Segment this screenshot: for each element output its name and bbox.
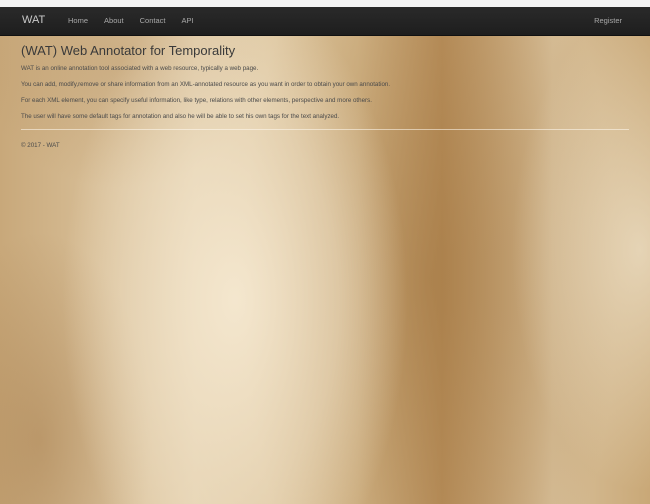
element-info-paragraph: For each XML element, you can specify us… <box>21 97 372 104</box>
footer-copyright: © 2017 - WAT <box>21 142 60 149</box>
brand-link[interactable]: WAT <box>22 14 45 26</box>
tags-paragraph: The user will have some default tags for… <box>21 113 340 120</box>
navbar: WAT Home About Contact API Register <box>0 7 650 36</box>
nav-link-home[interactable]: Home <box>60 7 96 35</box>
main-content: (WAT) Web Annotator for Temporality WAT … <box>21 42 631 150</box>
register-link[interactable]: Register <box>594 7 622 35</box>
page-title: (WAT) Web Annotator for Temporality <box>21 43 236 58</box>
nav-link-contact[interactable]: Contact <box>132 7 174 35</box>
browser-top-strip <box>0 0 650 7</box>
nav-link-api[interactable]: API <box>173 7 201 35</box>
intro-paragraph: WAT is an online annotation tool associa… <box>21 65 259 72</box>
footer-divider <box>21 129 629 130</box>
nav-links: Home About Contact API <box>60 7 202 35</box>
features-paragraph: You can add, modify,remove or share info… <box>21 81 391 88</box>
nav-link-about[interactable]: About <box>96 7 132 35</box>
